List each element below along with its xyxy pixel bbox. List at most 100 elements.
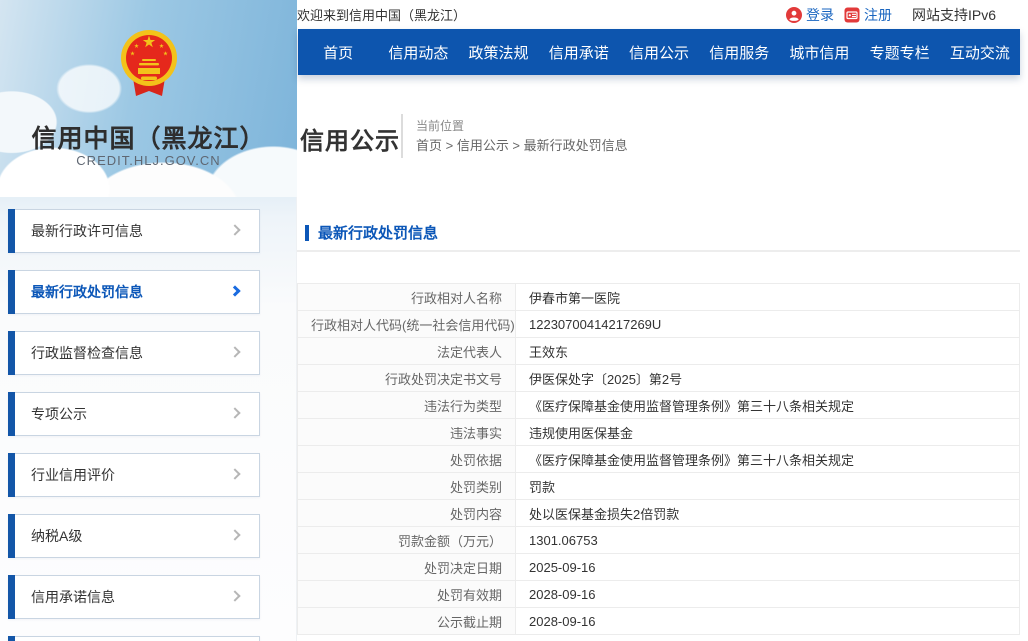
accent-bar: [8, 209, 15, 253]
row-label: 违法事实: [298, 419, 516, 446]
sidebar-item-partial[interactable]: [8, 636, 260, 641]
row-label: 行政相对人代码(统一社会信用代码): [298, 311, 516, 338]
row-value: 《医疗保障基金使用监督管理条例》第三十八条相关规定: [516, 392, 1020, 419]
chevron-right-icon: [229, 529, 240, 540]
row-value: 1301.06753: [516, 527, 1020, 554]
accent-bar: [8, 392, 15, 436]
sidebar-item-credit-commitment[interactable]: 信用承诺信息: [8, 575, 260, 619]
nav-item-policies[interactable]: 政策法规: [458, 29, 538, 75]
row-value: 2028-09-16: [516, 581, 1020, 608]
chevron-right-icon: [229, 590, 240, 601]
sidebar-item-industry-credit-rating[interactable]: 行业信用评价: [8, 453, 260, 497]
sidebar-item-label: 行业信用评价: [31, 465, 115, 485]
table-row: 违法行为类型 《医疗保障基金使用监督管理条例》第三十八条相关规定: [298, 392, 1020, 419]
row-label: 法定代表人: [298, 338, 516, 365]
sidebar-item-label: 行政监督检查信息: [31, 343, 143, 363]
title-accent-bar: [305, 225, 309, 241]
nav-item-credit-news[interactable]: 信用动态: [378, 29, 458, 75]
chevron-right-icon: [229, 346, 240, 357]
accent-bar: [8, 575, 15, 619]
head-divider: [401, 114, 403, 158]
row-value: 《医疗保障基金使用监督管理条例》第三十八条相关规定: [516, 446, 1020, 473]
brand-panel: 信用中国（黑龙江） CREDIT.HLJ.GOV.CN 最新行政许可信息 最新行…: [0, 0, 297, 641]
chevron-right-icon: [229, 285, 240, 296]
nav-item-special-topics[interactable]: 专题专栏: [860, 29, 940, 75]
row-value: 伊医保处字〔2025〕第2号: [516, 365, 1020, 392]
sidebar-item-tax-grade-a[interactable]: 纳税A级: [8, 514, 260, 558]
row-value: 违规使用医保基金: [516, 419, 1020, 446]
sidebar-menu: 最新行政许可信息 最新行政处罚信息 行政监督检查信息 专项公示 行业信用评价 纳…: [8, 209, 260, 641]
sidebar-item-label: 专项公示: [31, 404, 87, 424]
register-link[interactable]: 注册: [844, 5, 892, 25]
welcome-text: 欢迎来到信用中国（黑龙江）: [297, 5, 466, 24]
row-value: 伊春市第一医院: [516, 284, 1020, 311]
sidebar-item-latest-permits[interactable]: 最新行政许可信息: [8, 209, 260, 253]
accent-bar: [8, 331, 15, 375]
current-location-label: 当前位置: [416, 117, 464, 134]
table-row: 公示截止期 2028-09-16: [298, 608, 1020, 635]
nav-item-interaction[interactable]: 互动交流: [940, 29, 1020, 75]
content-title: 最新行政处罚信息: [318, 222, 438, 243]
chevron-right-icon: [229, 468, 240, 479]
page-title: 信用公示: [300, 121, 400, 156]
table-row: 行政相对人名称 伊春市第一医院: [298, 284, 1020, 311]
national-emblem-icon: [120, 28, 178, 102]
main-navbar: 首页 信用动态 政策法规 信用承诺 信用公示 信用服务 城市信用 专题专栏 互动…: [298, 29, 1020, 75]
row-value: 2025-09-16: [516, 554, 1020, 581]
row-label: 处罚有效期: [298, 581, 516, 608]
breadcrumb[interactable]: 首页 > 信用公示 > 最新行政处罚信息: [416, 135, 628, 154]
register-id-icon: [844, 7, 860, 23]
register-label: 注册: [864, 5, 892, 25]
row-value: 2028-09-16: [516, 608, 1020, 635]
table-row: 处罚内容 处以医保基金损失2倍罚款: [298, 500, 1020, 527]
row-label: 处罚依据: [298, 446, 516, 473]
table-row: 处罚依据 《医疗保障基金使用监督管理条例》第三十八条相关规定: [298, 446, 1020, 473]
topbar-right-group: 登录 注册 网站支持IPv6: [786, 5, 1028, 25]
accent-bar: [8, 270, 15, 314]
table-row: 处罚决定日期 2025-09-16: [298, 554, 1020, 581]
ipv6-support-label: 网站支持IPv6: [912, 5, 996, 25]
site-title: 信用中国（黑龙江）: [0, 119, 297, 155]
row-label: 公示截止期: [298, 608, 516, 635]
sidebar-item-label: 信用承诺信息: [31, 587, 115, 607]
table-row: 处罚类别 罚款: [298, 473, 1020, 500]
chevron-right-icon: [229, 224, 240, 235]
sidebar-item-special-publicity[interactable]: 专项公示: [8, 392, 260, 436]
row-value: 罚款: [516, 473, 1020, 500]
nav-item-home[interactable]: 首页: [298, 29, 378, 75]
sidebar-item-label: 最新行政处罚信息: [31, 282, 143, 302]
row-value: 处以医保基金损失2倍罚款: [516, 500, 1020, 527]
table-row: 行政相对人代码(统一社会信用代码) 12230700414217269U: [298, 311, 1020, 338]
table-row: 行政处罚决定书文号 伊医保处字〔2025〕第2号: [298, 365, 1020, 392]
row-label: 处罚内容: [298, 500, 516, 527]
nav-item-city-credit[interactable]: 城市信用: [779, 29, 859, 75]
row-label: 处罚决定日期: [298, 554, 516, 581]
table-row: 罚款金额（万元） 1301.06753: [298, 527, 1020, 554]
top-utility-bar: 欢迎来到信用中国（黑龙江） 登录 注: [297, 0, 1028, 29]
login-link[interactable]: 登录: [786, 5, 834, 25]
row-label: 行政相对人名称: [298, 284, 516, 311]
penalty-detail-table: 行政相对人名称 伊春市第一医院 行政相对人代码(统一社会信用代码) 122307…: [297, 283, 1020, 635]
site-domain: CREDIT.HLJ.GOV.CN: [0, 153, 297, 168]
row-label: 罚款金额（万元）: [298, 527, 516, 554]
sidebar-item-latest-penalties[interactable]: 最新行政处罚信息: [8, 270, 260, 314]
accent-bar: [8, 453, 15, 497]
row-label: 违法行为类型: [298, 392, 516, 419]
nav-item-credit-services[interactable]: 信用服务: [699, 29, 779, 75]
table-row: 处罚有效期 2028-09-16: [298, 581, 1020, 608]
accent-bar: [8, 514, 15, 558]
row-label: 行政处罚决定书文号: [298, 365, 516, 392]
table-row: 法定代表人 王效东: [298, 338, 1020, 365]
row-value: 12230700414217269U: [516, 311, 1020, 338]
sidebar-item-label: 纳税A级: [31, 526, 82, 546]
login-user-icon: [786, 7, 802, 23]
row-label: 处罚类别: [298, 473, 516, 500]
accent-bar: [8, 636, 15, 641]
nav-item-credit-commitment[interactable]: 信用承诺: [539, 29, 619, 75]
row-value: 王效东: [516, 338, 1020, 365]
content-divider: [297, 250, 1020, 252]
nav-item-credit-publicity[interactable]: 信用公示: [619, 29, 699, 75]
login-label: 登录: [806, 5, 834, 25]
chevron-right-icon: [229, 407, 240, 418]
sidebar-item-supervision-checks[interactable]: 行政监督检查信息: [8, 331, 260, 375]
